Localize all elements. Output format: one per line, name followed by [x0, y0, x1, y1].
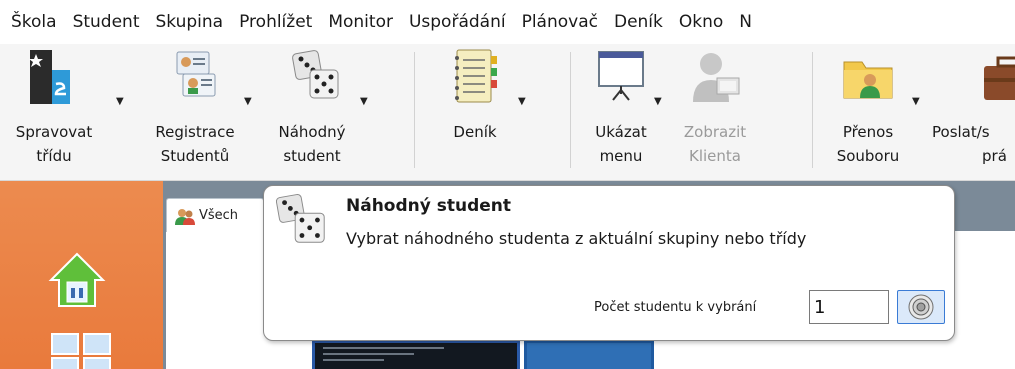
- menu-planovac[interactable]: Plánovač: [515, 0, 607, 44]
- app-window: Škola Student Skupina Prohlížet Monitor …: [0, 0, 1015, 369]
- menu-bar: Škola Student Skupina Prohlížet Monitor …: [0, 0, 1015, 44]
- show-client-label: Zobrazit Klienta: [683, 123, 747, 165]
- student-screen-thumbnail[interactable]: [524, 340, 654, 369]
- popup-title: Náhodný student: [346, 196, 512, 216]
- menu-prohlizet[interactable]: Prohlížet: [232, 0, 321, 44]
- thumbnail-view-icon[interactable]: [50, 332, 114, 369]
- chevron-down-icon[interactable]: ▼: [244, 96, 252, 107]
- tab-label: Všech: [199, 208, 239, 223]
- send-collect-work-label: Poslat/s prá: [932, 123, 1007, 165]
- student-count-label: Počet studentu k vybrání: [594, 300, 757, 315]
- show-menu-button[interactable]: ▼ Ukázat menu: [580, 48, 662, 178]
- menu-usporadani[interactable]: Uspořádání: [402, 0, 515, 44]
- student-count-input[interactable]: [809, 290, 889, 324]
- dice-icon: [292, 50, 339, 99]
- show-client-button[interactable]: Zobrazit Klienta: [670, 48, 760, 178]
- chevron-down-icon[interactable]: ▼: [912, 96, 920, 107]
- chevron-down-icon[interactable]: ▼: [360, 96, 368, 107]
- register-students-label: Registrace Studentů: [155, 123, 235, 165]
- journal-button[interactable]: ▼ Deník: [430, 48, 526, 178]
- class-board-icon: [29, 50, 70, 104]
- student-screen-thumbnail[interactable]: [312, 340, 520, 369]
- toolbar: ▼ Spravovat třídu ▼ Registrace Studentů: [0, 44, 1015, 181]
- projector-icon: [598, 51, 644, 101]
- speaker-icon: [908, 294, 934, 320]
- random-student-popup: Náhodný student Vybrat náhodného student…: [263, 185, 955, 341]
- toolbar-separator: [414, 52, 415, 168]
- toolbar-separator: [570, 52, 571, 168]
- show-menu-label: Ukázat menu: [595, 123, 647, 165]
- menu-skupina[interactable]: Skupina: [149, 0, 233, 44]
- chevron-down-icon[interactable]: ▼: [518, 96, 526, 107]
- manage-class-button[interactable]: ▼ Spravovat třídu: [0, 48, 128, 178]
- menu-skola[interactable]: Škola: [4, 0, 66, 44]
- chevron-down-icon[interactable]: ▼: [654, 96, 662, 107]
- briefcase-icon: [984, 56, 1015, 100]
- menu-n[interactable]: N: [732, 0, 761, 44]
- manage-class-label: Spravovat třídu: [15, 123, 93, 165]
- sound-button[interactable]: [897, 290, 945, 324]
- register-students-button[interactable]: ▼ Registrace Studentů: [140, 48, 252, 178]
- journal-icon: [455, 49, 497, 103]
- menu-monitor[interactable]: Monitor: [321, 0, 402, 44]
- dice-icon: [275, 194, 325, 243]
- menu-denik[interactable]: Deník: [607, 0, 672, 44]
- random-student-button[interactable]: ▼ Náhodný student: [262, 48, 368, 178]
- chevron-down-icon[interactable]: ▼: [116, 96, 124, 107]
- users-icon: [175, 208, 195, 225]
- file-transfer-button[interactable]: ▼ Přenos Souboru: [820, 48, 920, 178]
- menu-okno[interactable]: Okno: [672, 0, 732, 44]
- journal-label: Deník: [453, 123, 497, 141]
- folder-user-icon: [843, 61, 893, 99]
- file-transfer-label: Přenos Souboru: [836, 123, 900, 165]
- id-card-icon: [176, 51, 216, 97]
- send-collect-work-button[interactable]: Poslat/s prá: [930, 48, 1015, 178]
- popup-description: Vybrat náhodného studenta z aktuální sku…: [346, 229, 807, 248]
- menu-student[interactable]: Student: [66, 0, 149, 44]
- toolbar-separator: [812, 52, 813, 168]
- random-student-label: Náhodný student: [278, 123, 346, 165]
- client-icon: [693, 53, 740, 102]
- tab-all-students[interactable]: Všech: [166, 198, 264, 232]
- home-icon[interactable]: [45, 248, 109, 312]
